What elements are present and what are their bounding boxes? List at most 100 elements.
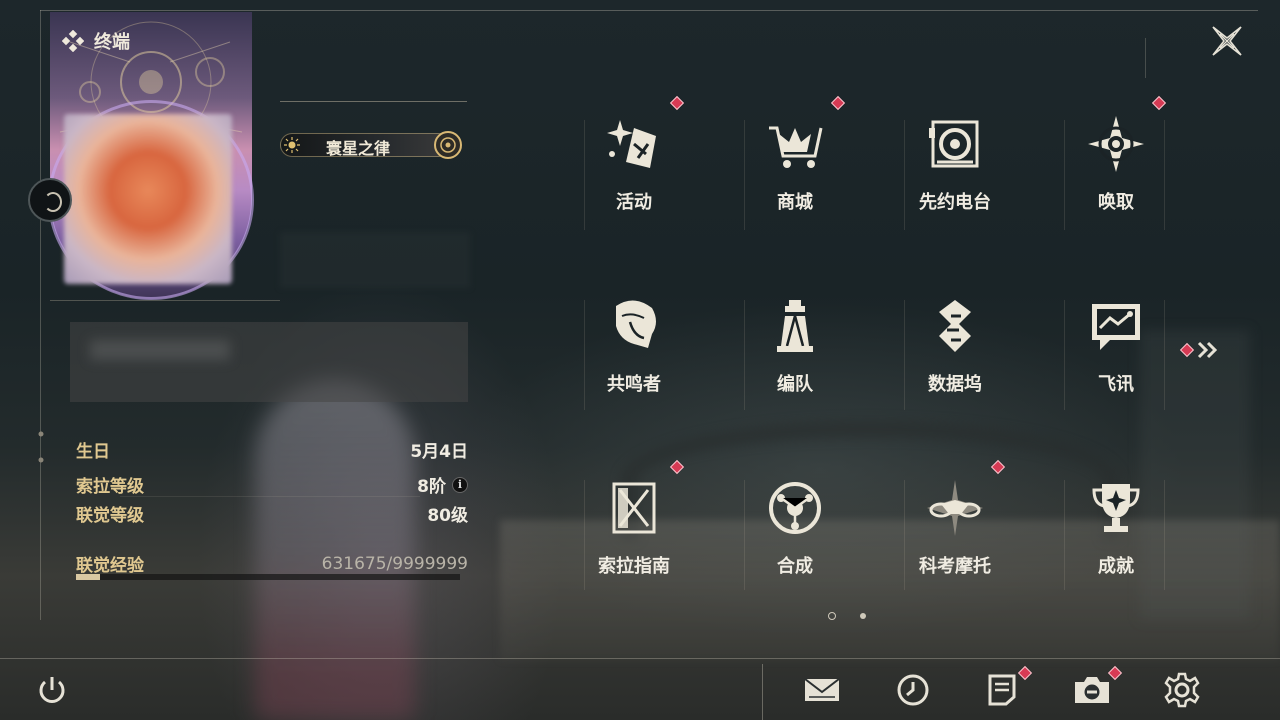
menu-item-label: 唤取 bbox=[1098, 192, 1134, 213]
grid-divider bbox=[744, 480, 745, 590]
double-chevron-right-icon bbox=[1197, 341, 1218, 359]
stat-label: 生日 bbox=[76, 442, 110, 462]
grid-divider bbox=[904, 300, 905, 410]
title-badge-text: 寰星之律 bbox=[326, 139, 391, 158]
divider bbox=[50, 300, 280, 301]
grid-divider bbox=[584, 120, 585, 230]
frame-left-line bbox=[40, 10, 41, 620]
settings-icon bbox=[1164, 672, 1200, 708]
data-bank-icon bbox=[925, 296, 985, 356]
avatar[interactable] bbox=[64, 114, 232, 284]
grid-divider bbox=[584, 480, 585, 590]
grid-divider bbox=[584, 300, 585, 410]
stat-union-level: 联觉等级 80级 bbox=[76, 501, 468, 526]
menu-item-label: 成就 bbox=[1098, 556, 1134, 577]
menu-item-label: 编队 bbox=[777, 374, 813, 395]
menu-item-label: 共鸣者 bbox=[607, 374, 661, 395]
synthesis-orb-icon bbox=[765, 478, 825, 538]
radio-station-icon bbox=[925, 114, 985, 174]
menu-item-message-chat[interactable]: 飞讯 bbox=[1036, 270, 1196, 420]
power-button[interactable] bbox=[32, 670, 72, 710]
menu-item-label: 先约电台 bbox=[919, 192, 991, 213]
history-button[interactable] bbox=[893, 670, 933, 710]
menu-item-achievement-trophy[interactable]: 成就 bbox=[1036, 452, 1196, 602]
power-icon bbox=[39, 677, 65, 703]
shop-cart-icon bbox=[765, 114, 825, 174]
stat-birthday: 生日 5月4日 bbox=[76, 437, 468, 462]
player-title-badge[interactable]: 寰星之律 bbox=[280, 130, 466, 160]
sun-icon bbox=[284, 137, 300, 153]
frame-right-line bbox=[1145, 38, 1146, 78]
info-icon[interactable]: i bbox=[452, 476, 468, 493]
player-signature-blurred[interactable] bbox=[70, 322, 468, 402]
notification-badge bbox=[990, 459, 1006, 475]
card-switch-knob[interactable] bbox=[28, 178, 72, 222]
grid-divider bbox=[1164, 480, 1165, 590]
stat-sola-level: 索拉等级 8阶 i bbox=[76, 472, 468, 497]
grid-divider bbox=[1064, 480, 1065, 590]
player-name-blurred bbox=[280, 232, 470, 288]
notification-badge bbox=[669, 459, 685, 475]
next-page-button[interactable] bbox=[1179, 338, 1224, 362]
stat-label: 联觉等级 bbox=[76, 506, 144, 526]
notification-badge bbox=[669, 95, 685, 111]
page-dot[interactable] bbox=[860, 613, 866, 619]
side-ticks bbox=[38, 430, 44, 470]
clock-icon bbox=[897, 674, 929, 706]
stat-value: 5月4日 bbox=[410, 442, 468, 462]
menu-item-chess-team[interactable]: 编队 bbox=[715, 270, 875, 420]
menu-item-label: 索拉指南 bbox=[598, 556, 670, 577]
stat-label: 联觉经验 bbox=[76, 556, 144, 576]
notice-button[interactable] bbox=[982, 665, 1033, 710]
menu-item-label: 飞讯 bbox=[1098, 374, 1134, 395]
mail-icon bbox=[804, 678, 840, 701]
menu-item-label: 活动 bbox=[616, 192, 652, 213]
notification-badge bbox=[1179, 342, 1195, 358]
menu-item-radio-station[interactable]: 先约电台 bbox=[875, 88, 1035, 238]
grid-divider bbox=[1164, 120, 1165, 230]
menu-item-guide-book[interactable]: 索拉指南 bbox=[554, 452, 714, 602]
close-icon bbox=[1212, 26, 1242, 56]
grid-divider bbox=[1164, 300, 1165, 410]
notification-badge bbox=[1151, 95, 1167, 111]
grid-divider bbox=[904, 480, 905, 590]
menu-item-synthesis-orb[interactable]: 合成 bbox=[715, 452, 875, 602]
grid-divider bbox=[744, 300, 745, 410]
close-button[interactable] bbox=[1206, 20, 1248, 62]
resonator-portrait-icon bbox=[604, 296, 664, 356]
mail-button[interactable] bbox=[802, 670, 842, 710]
notification-badge bbox=[1017, 665, 1033, 681]
background-character bbox=[255, 380, 415, 720]
grid-divider bbox=[1064, 120, 1065, 230]
menu-item-data-bank[interactable]: 数据坞 bbox=[875, 270, 1035, 420]
divider bbox=[280, 101, 467, 102]
notification-badge bbox=[830, 95, 846, 111]
menu-item-activity-sparkle[interactable]: 活动 bbox=[554, 88, 714, 238]
menu-item-shop-cart[interactable]: 商城 bbox=[715, 88, 875, 238]
menu-item-label: 数据坞 bbox=[928, 374, 982, 395]
compass-star-icon bbox=[1086, 114, 1146, 174]
menu-item-compass-star[interactable]: 唤取 bbox=[1036, 88, 1196, 238]
stat-value: 80级 bbox=[427, 506, 468, 526]
divider bbox=[120, 496, 420, 497]
stat-union-exp: 联觉经验 631675/9999999 bbox=[76, 551, 468, 577]
message-chat-icon bbox=[1086, 296, 1146, 356]
chess-team-icon bbox=[765, 296, 825, 356]
settings-button[interactable] bbox=[1162, 670, 1202, 710]
menu-item-resonator-portrait[interactable]: 共鸣者 bbox=[554, 270, 714, 420]
menu-item-label: 商城 bbox=[777, 192, 813, 213]
page-title-text: 终端 bbox=[94, 32, 130, 53]
page-dot-active[interactable] bbox=[828, 612, 836, 620]
stat-label: 索拉等级 bbox=[76, 477, 144, 497]
page-title: 终端 bbox=[62, 28, 130, 54]
page-indicator bbox=[828, 612, 866, 620]
camera-button[interactable] bbox=[1072, 665, 1123, 710]
guide-book-icon bbox=[604, 478, 664, 538]
menu-item-research-motorbike[interactable]: 科考摩托 bbox=[875, 452, 1035, 602]
exp-progress-bar bbox=[76, 574, 460, 580]
grid-divider bbox=[1064, 300, 1065, 410]
activity-sparkle-icon bbox=[604, 114, 664, 174]
frame-top-line bbox=[40, 10, 1258, 11]
stat-value: 631675/9999999 bbox=[321, 553, 468, 574]
menu-item-label: 科考摩托 bbox=[919, 556, 991, 577]
